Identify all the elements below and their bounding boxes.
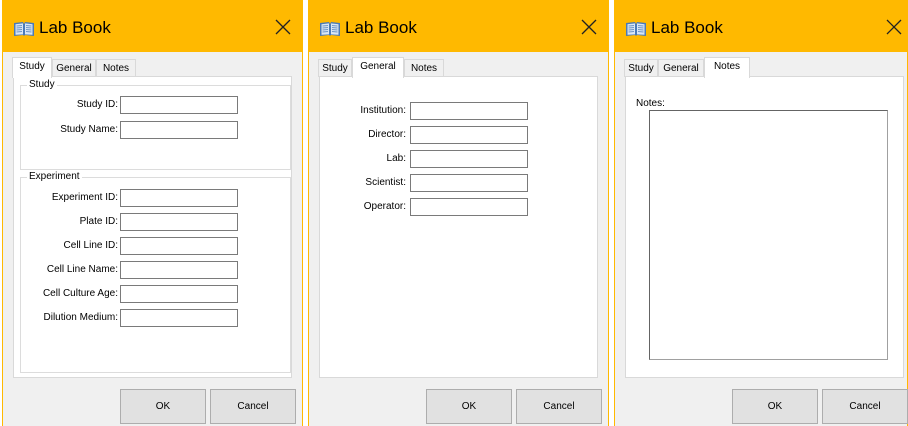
cancel-button[interactable]: Cancel xyxy=(822,389,908,424)
title-bar: Lab Book xyxy=(309,0,608,52)
scientist-input[interactable] xyxy=(410,174,528,192)
experiment-id-label: Experiment ID: xyxy=(51,192,118,203)
ok-button[interactable]: OK xyxy=(120,389,206,424)
tab-study[interactable]: Study xyxy=(624,59,658,77)
study-name-label: Study Name: xyxy=(60,124,118,135)
ok-button[interactable]: OK xyxy=(426,389,512,424)
tab-study[interactable]: Study xyxy=(12,57,52,78)
cancel-button[interactable]: Cancel xyxy=(210,389,296,424)
tab-general[interactable]: General xyxy=(52,59,96,77)
director-label: Director: xyxy=(368,129,406,140)
tab-strip: Study General Notes xyxy=(313,57,604,78)
tab-panel-notes: Notes: xyxy=(625,76,904,378)
cell-line-id-input[interactable] xyxy=(120,237,238,255)
tab-strip: Study General Notes xyxy=(7,57,298,78)
tab-general[interactable]: General xyxy=(352,57,404,78)
operator-label: Operator: xyxy=(363,201,406,212)
cell-line-name-label: Cell Line Name: xyxy=(46,264,118,275)
institution-input[interactable] xyxy=(410,102,528,120)
dilution-medium-label: Dilution Medium: xyxy=(43,312,118,323)
cell-culture-age-input[interactable] xyxy=(120,285,238,303)
title-bar: Lab Book xyxy=(615,0,907,52)
window-title: Lab Book xyxy=(39,18,111,37)
window-title: Lab Book xyxy=(345,18,417,37)
cell-line-id-label: Cell Line ID: xyxy=(63,240,118,251)
cell-line-name-input[interactable] xyxy=(120,261,238,279)
lab-book-dialog-general: Lab Book Study General Notes Institution… xyxy=(308,0,609,426)
study-name-input[interactable] xyxy=(120,121,238,139)
book-icon xyxy=(14,22,34,36)
cell-culture-age-label: Cell Culture Age: xyxy=(42,288,118,299)
title-bar: Lab Book xyxy=(3,0,302,52)
notes-textarea[interactable] xyxy=(649,110,888,360)
tab-strip: Study General Notes xyxy=(619,57,903,78)
notes-label: Notes: xyxy=(636,98,665,109)
close-icon[interactable] xyxy=(881,14,907,40)
book-icon xyxy=(626,22,646,36)
experiment-id-input[interactable] xyxy=(120,189,238,207)
close-icon[interactable] xyxy=(576,14,602,40)
director-input[interactable] xyxy=(410,126,528,144)
cancel-button[interactable]: Cancel xyxy=(516,389,602,424)
book-icon xyxy=(320,22,340,36)
plate-id-input[interactable] xyxy=(120,213,238,231)
study-id-input[interactable] xyxy=(120,96,238,114)
institution-label: Institution: xyxy=(360,105,406,116)
dilution-medium-input[interactable] xyxy=(120,309,238,327)
tab-panel-general: Institution: Director: Lab: Scientist: O… xyxy=(319,76,598,378)
ok-button[interactable]: OK xyxy=(732,389,818,424)
study-group-label: Study xyxy=(27,79,57,90)
lab-input[interactable] xyxy=(410,150,528,168)
lab-book-dialog-notes: Lab Book Study General Notes Notes: OK C… xyxy=(614,0,908,426)
tab-general[interactable]: General xyxy=(658,59,704,77)
experiment-group-label: Experiment xyxy=(27,171,82,182)
window-title: Lab Book xyxy=(651,18,723,37)
tab-panel-study: Study Study ID: Study Name: Experiment E… xyxy=(13,76,292,378)
tab-notes[interactable]: Notes xyxy=(96,59,136,77)
close-icon[interactable] xyxy=(270,14,296,40)
lab-label: Lab: xyxy=(386,153,406,164)
tab-notes[interactable]: Notes xyxy=(404,59,444,77)
lab-book-dialog-study: Lab Book Study General Notes Study Study… xyxy=(2,0,303,426)
study-id-label: Study ID: xyxy=(76,99,118,110)
tab-notes[interactable]: Notes xyxy=(704,57,750,78)
tab-study[interactable]: Study xyxy=(318,59,352,77)
plate-id-label: Plate ID: xyxy=(79,216,118,227)
operator-input[interactable] xyxy=(410,198,528,216)
scientist-label: Scientist: xyxy=(365,177,406,188)
